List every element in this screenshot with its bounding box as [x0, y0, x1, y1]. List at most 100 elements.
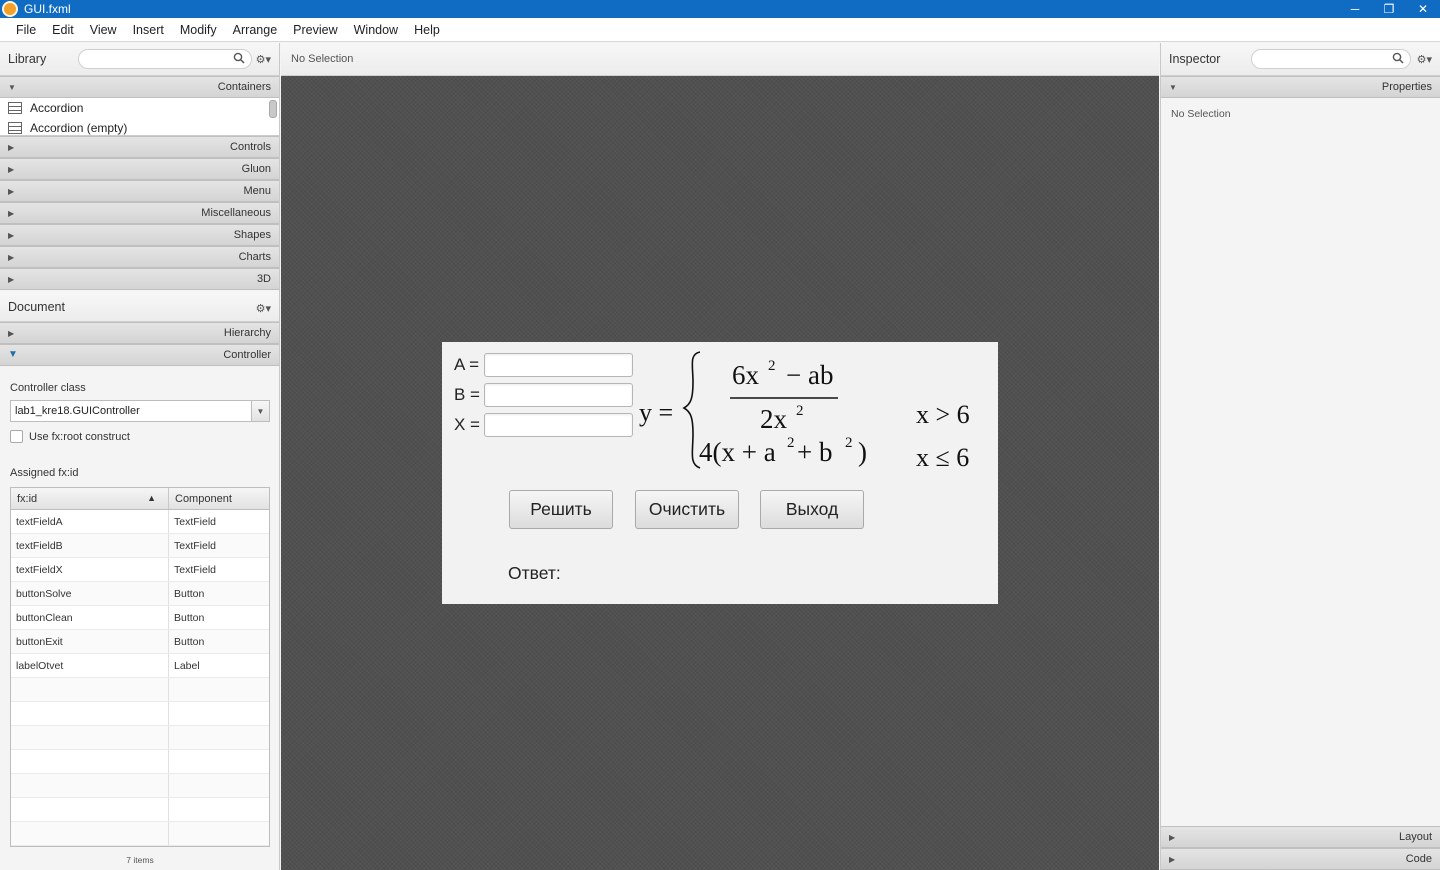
section-hierarchy[interactable]: ▶ Hierarchy — [0, 322, 279, 344]
section-code[interactable]: ▶ Code — [1161, 848, 1440, 870]
table-row[interactable]: labelOtvet Label — [11, 654, 269, 678]
formula-condition-2: x ≤ 6 — [916, 443, 969, 472]
cell-component: TextField — [174, 563, 217, 576]
text-field-a[interactable] — [484, 353, 633, 377]
section-3d[interactable]: ▶ 3D — [0, 268, 279, 290]
table-row-empty — [11, 726, 269, 750]
gear-icon[interactable]: ⚙▾ — [256, 302, 271, 315]
menu-preview[interactable]: Preview — [285, 23, 345, 37]
controller-class-label: Controller class — [10, 382, 86, 394]
section-gluon[interactable]: ▶ Gluon — [0, 158, 279, 180]
menu-arrange[interactable]: Arrange — [225, 23, 285, 37]
column-header-component[interactable]: Component — [169, 488, 269, 509]
use-fxroot-checkbox[interactable] — [10, 430, 23, 443]
use-fxroot-row[interactable]: Use fx:root construct — [10, 430, 269, 443]
cell-component: Button — [174, 635, 205, 648]
section-charts[interactable]: ▶ Charts — [0, 246, 279, 268]
section-label: Layout — [1398, 831, 1432, 843]
section-layout[interactable]: ▶ Layout — [1161, 826, 1440, 848]
row-x: X = — [454, 413, 633, 437]
text-field-x[interactable] — [484, 413, 633, 437]
text-field-b[interactable] — [484, 383, 633, 407]
table-row[interactable]: buttonClean Button — [11, 606, 269, 630]
menu-file[interactable]: File — [8, 23, 44, 37]
menu-modify[interactable]: Modify — [172, 23, 225, 37]
title-bar: GUI.fxml ─ ❐ ✕ — [0, 0, 1440, 18]
chevron-right-icon: ▶ — [1169, 833, 1176, 842]
accordion-icon — [8, 122, 22, 134]
left-panel: Library ⚙▾ ▼ Containers Accordion Accord… — [0, 43, 280, 870]
table-row-empty — [11, 822, 269, 846]
formula-expr2-part3: ) — [858, 437, 867, 467]
controller-class-value: lab1_kre18.GUIController — [15, 405, 140, 417]
section-shapes[interactable]: ▶ Shapes — [0, 224, 279, 246]
formula-image: y = 6x 2 − ab 2x 2 x > 6 4(x + a 2 + b 2… — [639, 351, 970, 472]
section-label: Gluon — [241, 163, 271, 175]
formula-expr2-part1: 4(x + a — [699, 437, 776, 467]
formula-denominator: 2x — [760, 404, 788, 434]
section-label: Controller — [223, 349, 271, 361]
clear-button[interactable]: Очистить — [635, 490, 739, 529]
chevron-right-icon: ▶ — [8, 275, 15, 284]
menu-insert[interactable]: Insert — [125, 23, 172, 37]
list-item[interactable]: Accordion — [0, 98, 279, 118]
cell-component: Button — [174, 587, 205, 600]
section-containers[interactable]: ▼ Containers — [0, 76, 279, 98]
menu-window[interactable]: Window — [346, 23, 406, 37]
table-row[interactable]: buttonSolve Button — [11, 582, 269, 606]
section-label: Hierarchy — [223, 327, 271, 339]
section-controller[interactable]: ▼ Controller — [0, 344, 279, 366]
minimize-button[interactable]: ─ — [1338, 0, 1372, 18]
document-title: Document — [8, 299, 65, 314]
section-controls[interactable]: ▶ Controls — [0, 136, 279, 158]
exit-button[interactable]: Выход — [760, 490, 864, 529]
table-row[interactable]: buttonExit Button — [11, 630, 269, 654]
items-count: 7 items — [126, 855, 154, 865]
menu-view[interactable]: View — [82, 23, 125, 37]
cell-fxid: buttonExit — [11, 630, 169, 653]
column-header-fxid[interactable]: fx:id ▲ — [11, 488, 169, 509]
formula-expr2-exponent-a: 2 — [787, 435, 795, 451]
label-a: A = — [454, 355, 480, 374]
cell-fxid: labelOtvet — [11, 654, 169, 677]
scrollbar-thumb[interactable] — [269, 100, 277, 118]
formula-expr2-exponent-b: 2 — [845, 435, 853, 451]
section-properties[interactable]: ▼ Properties — [1161, 76, 1440, 98]
list-item[interactable]: Accordion (empty) — [0, 118, 279, 135]
chevron-right-icon: ▶ — [8, 165, 15, 174]
close-button[interactable]: ✕ — [1406, 0, 1440, 18]
section-label: Miscellaneous — [201, 207, 271, 219]
formula-numerator-rest: − ab — [786, 360, 833, 390]
section-label: Containers — [217, 81, 271, 93]
formula-numerator-exponent: 2 — [768, 358, 776, 374]
form-preview[interactable]: A = B = X = y = 6x 2 − ab 2x 2 x > 6 4(x… — [442, 342, 998, 604]
section-label: Controls — [230, 141, 271, 153]
row-b: B = — [454, 383, 633, 407]
menu-help[interactable]: Help — [406, 23, 448, 37]
table-row-empty — [11, 774, 269, 798]
table-row-empty — [11, 678, 269, 702]
chevron-right-icon: ▶ — [8, 209, 15, 218]
formula-brace — [682, 351, 701, 469]
restore-button[interactable]: ❐ — [1372, 0, 1406, 18]
menu-edit[interactable]: Edit — [44, 23, 82, 37]
section-menu[interactable]: ▶ Menu — [0, 180, 279, 202]
table-row[interactable]: textFieldX TextField — [11, 558, 269, 582]
library-search-input[interactable] — [78, 49, 252, 69]
table-row[interactable]: textFieldA TextField — [11, 510, 269, 534]
chevron-right-icon: ▶ — [1169, 855, 1176, 864]
gear-icon[interactable]: ⚙▾ — [1417, 53, 1432, 66]
table-header: fx:id ▲ Component — [11, 488, 269, 510]
table-row-empty — [11, 798, 269, 822]
controller-class-combo[interactable]: lab1_kre18.GUIController ▼ — [10, 400, 270, 422]
table-row-empty — [11, 750, 269, 774]
gear-icon[interactable]: ⚙▾ — [256, 53, 271, 66]
cell-fxid: textFieldX — [11, 558, 169, 581]
label-x: X = — [454, 415, 480, 434]
table-row[interactable]: textFieldB TextField — [11, 534, 269, 558]
section-miscellaneous[interactable]: ▶ Miscellaneous — [0, 202, 279, 224]
solve-button[interactable]: Решить — [509, 490, 613, 529]
chevron-down-icon[interactable]: ▼ — [251, 401, 269, 421]
fxid-table: fx:id ▲ Component textFieldA TextField tex… — [10, 487, 270, 847]
inspector-search-input[interactable] — [1251, 49, 1411, 69]
